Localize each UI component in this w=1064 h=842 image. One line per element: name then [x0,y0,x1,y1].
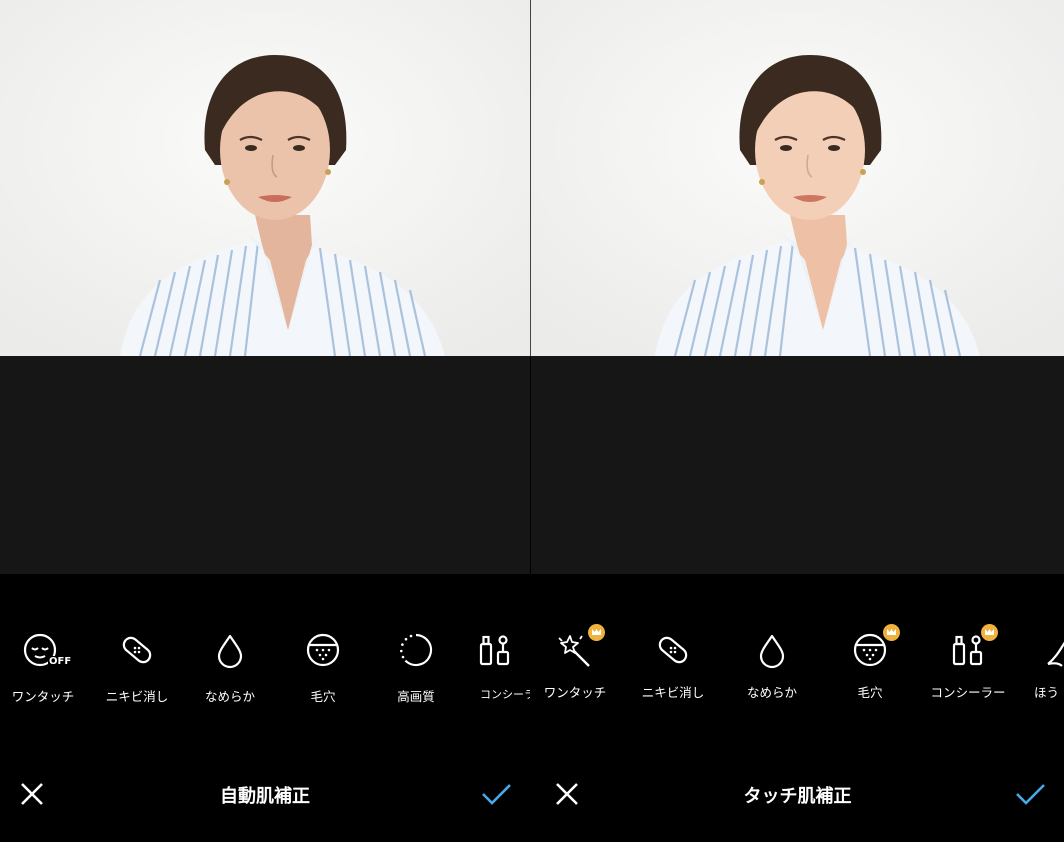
premium-crown-icon [981,624,998,641]
portrait-photo-original [0,0,530,356]
tool-label: コンシーラ [480,688,530,701]
nasolabial-icon [1040,630,1064,670]
tool-label: コンシーラー [930,685,1006,700]
tool-pores[interactable]: 毛穴 [273,630,373,705]
check-icon [1016,784,1045,805]
premium-crown-icon [588,624,605,641]
tool-acne-removal[interactable]: ニキビ消し [87,630,187,705]
bandage-icon [117,630,157,670]
tool-label: 毛穴 [857,685,883,700]
right-editor-panel: ワンタッチ ニキビ消し なめらか 毛穴 コンシーラー ほう タッチ肌補正 [531,0,1064,842]
tool-smooth[interactable]: なめらか [722,630,822,701]
tool-nasolabial[interactable]: ほう [1016,630,1064,701]
canvas-area [531,356,1064,574]
confirm-button[interactable] [480,780,512,808]
bottom-action-bar: 自動肌補正 [0,760,530,830]
tool-smooth[interactable]: なめらか [180,630,280,705]
dotted-circle-icon [396,630,436,670]
tool-label: なめらか [204,689,255,704]
drop-icon [752,630,792,670]
tool-label: ニキビ消し [105,689,169,704]
tool-one-touch[interactable]: OFF ワンタッチ [0,630,93,705]
tool-acne-removal[interactable]: ニキビ消し [623,630,723,701]
tool-label: ほう [1034,685,1060,700]
tool-label: 毛穴 [310,689,336,704]
bandage-icon [653,630,693,670]
premium-crown-icon [883,624,900,641]
tool-label: 高画質 [397,689,435,704]
tool-label: ワンタッチ [11,689,75,704]
check-icon [482,784,511,805]
portrait-photo-retouched [531,0,1064,356]
bottom-action-bar: タッチ肌補正 [531,760,1064,830]
tool-one-touch[interactable]: ワンタッチ [531,624,625,701]
drop-icon [210,630,250,670]
tool-label: なめらか [746,685,797,700]
off-badge: OFF [48,656,73,667]
canvas-area [0,356,530,574]
magic-wand-icon [555,624,605,670]
tool-label: ワンタッチ [543,685,607,700]
page-title: 自動肌補正 [220,786,310,807]
concealer-icon [948,624,998,670]
tool-concealer[interactable]: コンシーラー [918,624,1018,701]
tool-pores[interactable]: 毛穴 [820,624,920,701]
pores-icon [850,624,900,670]
pores-icon [303,630,343,670]
confirm-button[interactable] [1014,780,1046,808]
tool-high-quality[interactable]: 高画質 [366,630,466,705]
left-editor-panel: OFF ワンタッチ ニキビ消し なめらか 毛穴 高画質 コンシーラ 自動肌補正 [0,0,530,842]
tool-label: ニキビ消し [641,685,705,700]
concealer-icon [475,630,515,670]
face-off-icon: OFF [23,630,73,670]
page-title: タッチ肌補正 [743,786,852,807]
tool-concealer[interactable]: コンシーラ [455,630,530,702]
